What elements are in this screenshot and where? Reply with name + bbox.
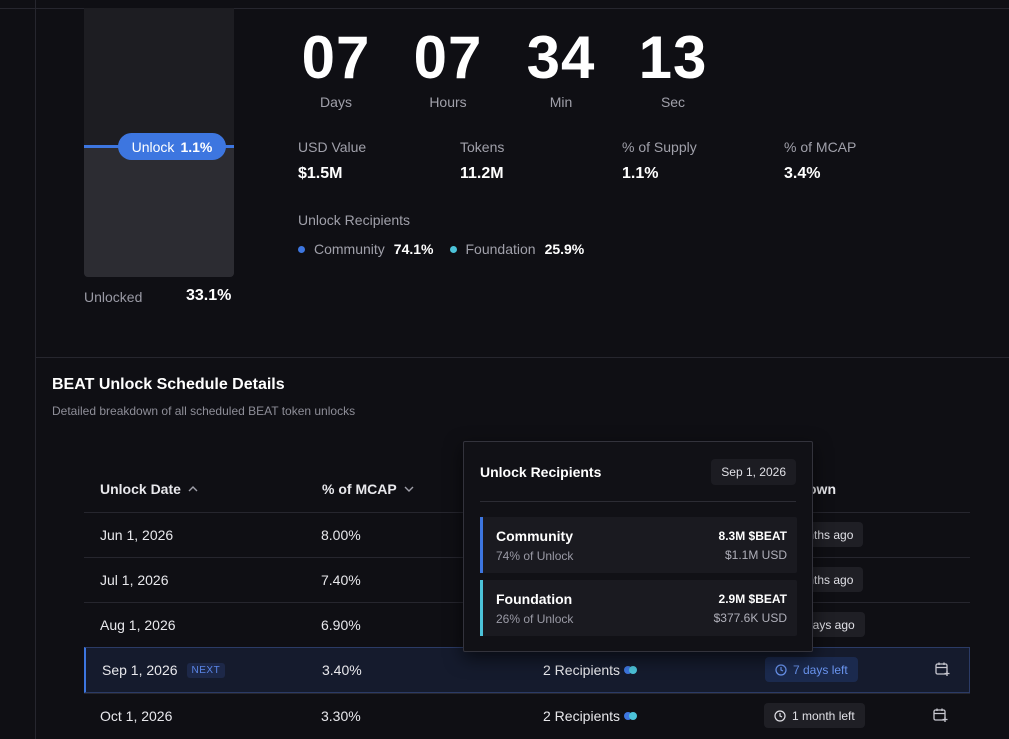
countdown-label: Min	[549, 94, 573, 110]
countdown-label: Sec	[660, 94, 686, 110]
countdown-pill: 7 days left	[765, 657, 858, 682]
countdown-value: 07	[301, 24, 371, 91]
countdown-label: Hours	[429, 94, 467, 110]
recipients-legend: Community 74.1% Foundation 25.9%	[298, 241, 600, 257]
stat-label: % of Supply	[622, 139, 697, 155]
recipient-color-bar	[480, 517, 483, 573]
recipient-name: Foundation	[465, 241, 536, 257]
recipients-popup: Unlock Recipients Sep 1, 2026 Community …	[463, 441, 813, 652]
recipient-name: Community	[496, 528, 573, 544]
countdown-text: 7 days left	[793, 662, 848, 677]
recipient-pct: 25.9%	[544, 241, 585, 257]
unlocked-label: Unlocked	[84, 289, 143, 305]
clock-icon	[774, 709, 786, 722]
next-badge: NEXT	[186, 662, 226, 678]
row-date: Jun 1, 2026	[100, 527, 174, 543]
countdown-text: days ago	[806, 617, 855, 632]
row-mcap: 6.90%	[321, 617, 361, 633]
row-date: Aug 1, 2026	[100, 617, 176, 633]
countdown-pill: 1 month left	[764, 703, 865, 728]
stat-tokens: Tokens 11.2M	[460, 139, 504, 183]
popup-recipient-card: Foundation 26% of Unlock 2.9M $BEAT $377…	[480, 580, 797, 636]
sort-descending-icon	[404, 486, 414, 492]
table-row-next[interactable]: Sep 1, 2026 NEXT 3.40% 2 Recipients 7 da…	[84, 647, 970, 693]
schedule-subtitle: Detailed breakdown of all scheduled BEAT…	[52, 404, 356, 418]
recipient-dots-icon	[624, 712, 638, 720]
row-mcap: 3.30%	[321, 708, 361, 724]
recipients-title: Unlock Recipients	[298, 212, 411, 228]
stat-usd-value: USD Value $1.5M	[298, 139, 366, 183]
schedule-title: BEAT Unlock Schedule Details	[52, 376, 285, 393]
row-mcap: 7.40%	[321, 572, 361, 588]
clock-icon	[775, 663, 787, 676]
recipient-name: Community	[314, 241, 385, 257]
unlock-pill-value: 1.1%	[180, 138, 213, 155]
sort-ascending-icon	[188, 486, 198, 492]
column-header-label: Unlock Date	[100, 481, 181, 497]
community-dot-icon	[298, 245, 305, 253]
row-date: Oct 1, 2026	[100, 708, 173, 724]
countdown-text: 1 month left	[792, 708, 855, 723]
unlock-pill-label: Unlock	[131, 138, 175, 155]
row-mcap: 3.40%	[322, 662, 362, 678]
add-to-calendar-icon[interactable]	[932, 707, 948, 723]
stat-label: % of MCAP	[784, 139, 857, 155]
popup-recipient-card: Community 74% of Unlock 8.3M $BEAT $1.1M…	[480, 517, 797, 573]
popup-title: Unlock Recipients	[480, 464, 602, 480]
countdown-hours: 07 Hours	[398, 24, 498, 111]
row-recipients[interactable]: 2 Recipients	[543, 662, 638, 678]
row-date: Jul 1, 2026	[100, 572, 169, 588]
recipient-share: 74% of Unlock	[496, 549, 574, 563]
stat-value: 11.2M	[460, 165, 504, 182]
recipient-amount: 2.9M $BEAT	[718, 592, 787, 606]
recipient-dots-icon	[624, 666, 638, 674]
left-rail	[35, 0, 36, 739]
countdown-min: 34 Min	[511, 24, 611, 111]
countdown-value: 34	[526, 24, 596, 91]
table-row[interactable]: Oct 1, 2026 3.30% 2 Recipients 1 month l…	[84, 693, 970, 738]
row-recipients[interactable]: 2 Recipients	[543, 708, 638, 724]
unlocked-fill	[84, 148, 234, 277]
recipient-share: 26% of Unlock	[496, 612, 574, 626]
stat-value: $1.5M	[298, 165, 343, 182]
countdown-days: 07 Days	[286, 24, 386, 111]
countdown-label: Days	[320, 94, 352, 110]
recipient-usd: $377.6K USD	[713, 611, 787, 625]
stat-label: USD Value	[298, 139, 367, 155]
unlocked-value: 33.1%	[186, 287, 232, 304]
recipient-name: Foundation	[496, 591, 573, 607]
column-header-label: % of MCAP	[322, 481, 397, 497]
recipient-amount: 8.3M $BEAT	[718, 529, 787, 543]
recipient-color-bar	[480, 580, 483, 636]
column-header-mcap[interactable]: % of MCAP	[322, 481, 415, 497]
stat-supply: % of Supply 1.1%	[622, 139, 697, 183]
row-date: Sep 1, 2026 NEXT	[102, 662, 226, 678]
stat-label: Tokens	[460, 139, 505, 155]
popup-divider	[480, 501, 796, 502]
stat-mcap: % of MCAP 3.4%	[784, 139, 856, 183]
recipients-text: 2 Recipients	[543, 708, 621, 724]
column-header-date[interactable]: Unlock Date	[100, 481, 199, 497]
recipient-pct: 74.1%	[393, 241, 434, 257]
add-to-calendar-icon[interactable]	[934, 661, 950, 677]
row-date-text: Sep 1, 2026	[102, 662, 178, 678]
popup-date: Sep 1, 2026	[711, 459, 796, 485]
recipients-text: 2 Recipients	[543, 662, 621, 678]
row-mcap: 8.00%	[321, 527, 361, 543]
countdown-value: 07	[413, 24, 483, 91]
recipient-usd: $1.1M USD	[724, 548, 787, 562]
section-divider	[35, 357, 1009, 358]
countdown-sec: 13 Sec	[623, 24, 723, 111]
stat-value: 1.1%	[622, 165, 659, 182]
stat-value: 3.4%	[784, 165, 821, 182]
foundation-dot-icon	[449, 245, 457, 253]
unlock-pill: Unlock 1.1%	[118, 133, 226, 160]
countdown-value: 13	[638, 24, 708, 91]
